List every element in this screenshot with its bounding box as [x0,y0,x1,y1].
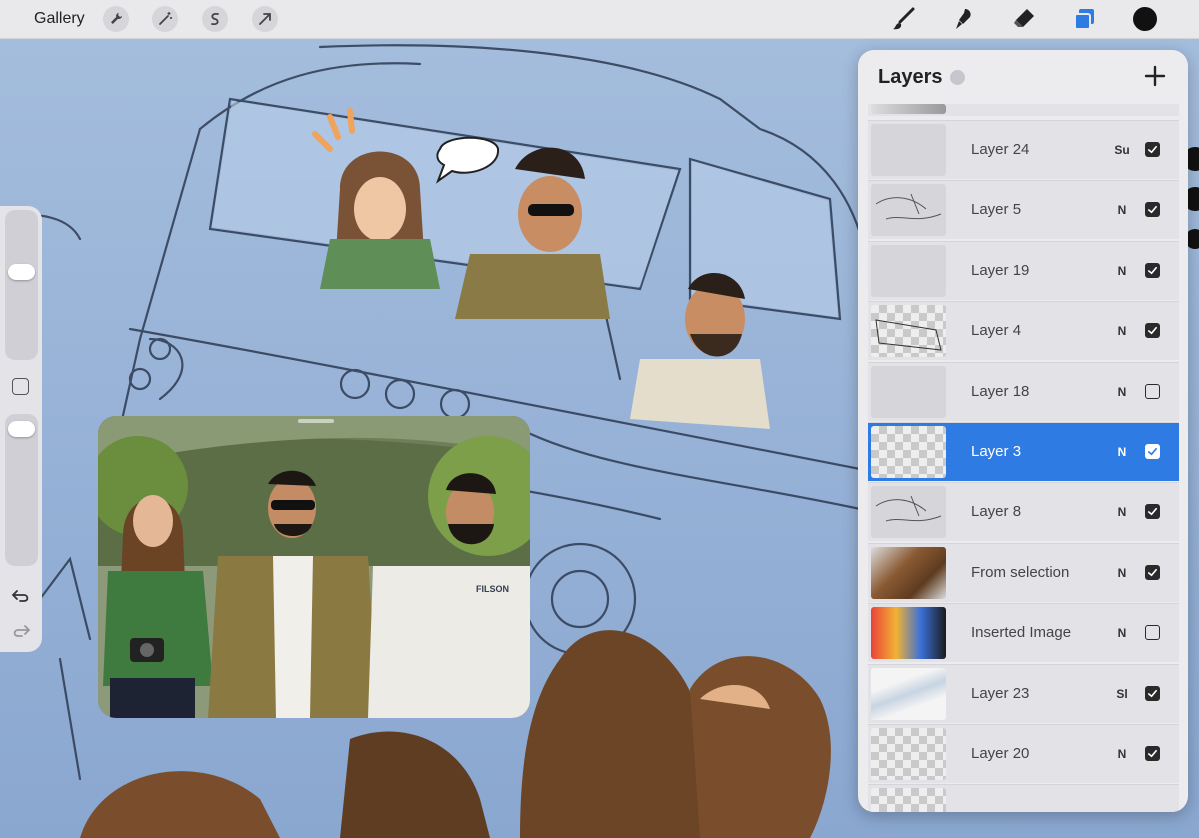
wrench-icon[interactable] [103,6,129,32]
blend-mode-button[interactable]: N [1112,203,1132,217]
shirt-logo-text: FILSON [476,584,509,594]
layer-thumbnail [871,124,946,176]
smudge-icon[interactable] [950,5,978,33]
layer-thumbnail [871,184,946,236]
opacity-slider[interactable] [5,414,38,566]
brush-size-slider[interactable] [5,210,38,360]
layer-thumbnail [871,366,946,418]
layer-thumbnail [871,607,946,659]
layer-thumbnail [871,668,946,720]
gallery-button[interactable]: Gallery [34,10,85,28]
layer-thumbnail [871,788,946,812]
visibility-checkbox[interactable] [1145,746,1160,761]
layer-name: From selection [971,564,1070,581]
visibility-checkbox[interactable] [1145,625,1160,640]
magic-wand-icon[interactable] [152,6,178,32]
blend-mode-button[interactable]: N [1112,747,1132,761]
blend-mode-button[interactable]: N [1112,505,1132,519]
layer-name: Layer 3 [971,443,1022,460]
visibility-checkbox[interactable] [1145,565,1160,580]
add-layer-plus-icon[interactable] [1143,64,1167,88]
layer-row[interactable]: Layer 20 N [868,724,1179,783]
layer-thumbnail [871,486,946,538]
blend-mode-button[interactable]: N [1112,264,1132,278]
reference-video-overlay[interactable]: FILSON [98,416,530,718]
visibility-checkbox[interactable] [1145,686,1160,701]
selection-s-icon[interactable] [202,6,228,32]
partial-layer-row[interactable] [868,104,1179,116]
visibility-checkbox[interactable] [1145,444,1160,459]
layers-icon[interactable] [1070,5,1098,33]
visibility-checkbox[interactable] [1145,142,1160,157]
video-drag-handle[interactable] [298,419,334,423]
left-sidebar [0,206,42,652]
layer-list: Layer 24 Su Layer 5 N Layer 19 N Layer 4 N Layer… [868,104,1179,812]
brush-size-thumb[interactable] [8,264,35,280]
visibility-checkbox[interactable] [1145,504,1160,519]
top-toolbar: Gallery [0,0,1199,39]
blend-mode-button[interactable]: N [1112,566,1132,580]
layer-row[interactable]: Layer 23 Sl [868,664,1179,723]
color-picker-button[interactable] [1133,7,1157,31]
opacity-thumb[interactable] [8,421,35,437]
layer-thumbnail [871,245,946,297]
layer-name: Layer 20 [971,745,1030,762]
blend-mode-button[interactable]: N [1112,324,1132,338]
redo-icon[interactable] [10,620,32,642]
reference-photo: FILSON [98,416,530,718]
layer-row[interactable]: Layer 18 N [868,362,1179,421]
layer-name: Layer 8 [971,503,1022,520]
layer-row[interactable]: Layer 3 N [868,422,1179,481]
blend-mode-button[interactable]: N [1112,626,1132,640]
layer-name: Inserted Image [971,624,1072,641]
modifier-square-button[interactable] [12,378,29,395]
layers-panel: Layers Layer 24 Su Layer 5 N Layer 19 N Layer … [858,50,1188,812]
layer-row[interactable]: From selection N [868,543,1179,602]
layer-thumbnail [871,728,946,780]
layer-thumbnail [871,426,946,478]
blend-mode-button[interactable]: Sl [1112,687,1132,701]
layer-thumbnail [871,547,946,599]
visibility-checkbox[interactable] [1145,323,1160,338]
layer-name: Layer 23 [971,685,1030,702]
visibility-checkbox[interactable] [1145,263,1160,278]
eraser-icon[interactable] [1010,5,1038,33]
blend-mode-button[interactable]: N [1112,385,1132,399]
layer-name: Layer 18 [971,383,1030,400]
brush-icon[interactable] [890,5,918,33]
visibility-checkbox[interactable] [1145,202,1160,217]
layer-name: Layer 24 [971,141,1030,158]
visibility-checkbox[interactable] [1145,384,1160,399]
layer-row[interactable]: Layer 19 N [868,241,1179,300]
layer-name: Layer 19 [971,262,1030,279]
layers-panel-title: Layers [878,66,943,88]
layer-row[interactable]: Layer 5 N [868,180,1179,239]
transform-arrow-icon[interactable] [252,6,278,32]
layer-row[interactable]: Layer 8 N [868,482,1179,541]
info-dot-icon [950,70,965,85]
layer-row[interactable]: Layer 4 N [868,301,1179,360]
layer-row[interactable]: Inserted Image N [868,603,1179,662]
blend-mode-button[interactable]: N [1112,445,1132,459]
blend-mode-button[interactable]: Su [1112,143,1132,157]
layer-name: Layer 5 [971,201,1022,218]
undo-icon[interactable] [10,585,32,607]
partial-layer-row[interactable] [868,784,1179,812]
layer-thumbnail [871,305,946,357]
layer-name: Layer 4 [971,322,1022,339]
layer-row[interactable]: Layer 24 Su [868,120,1179,179]
